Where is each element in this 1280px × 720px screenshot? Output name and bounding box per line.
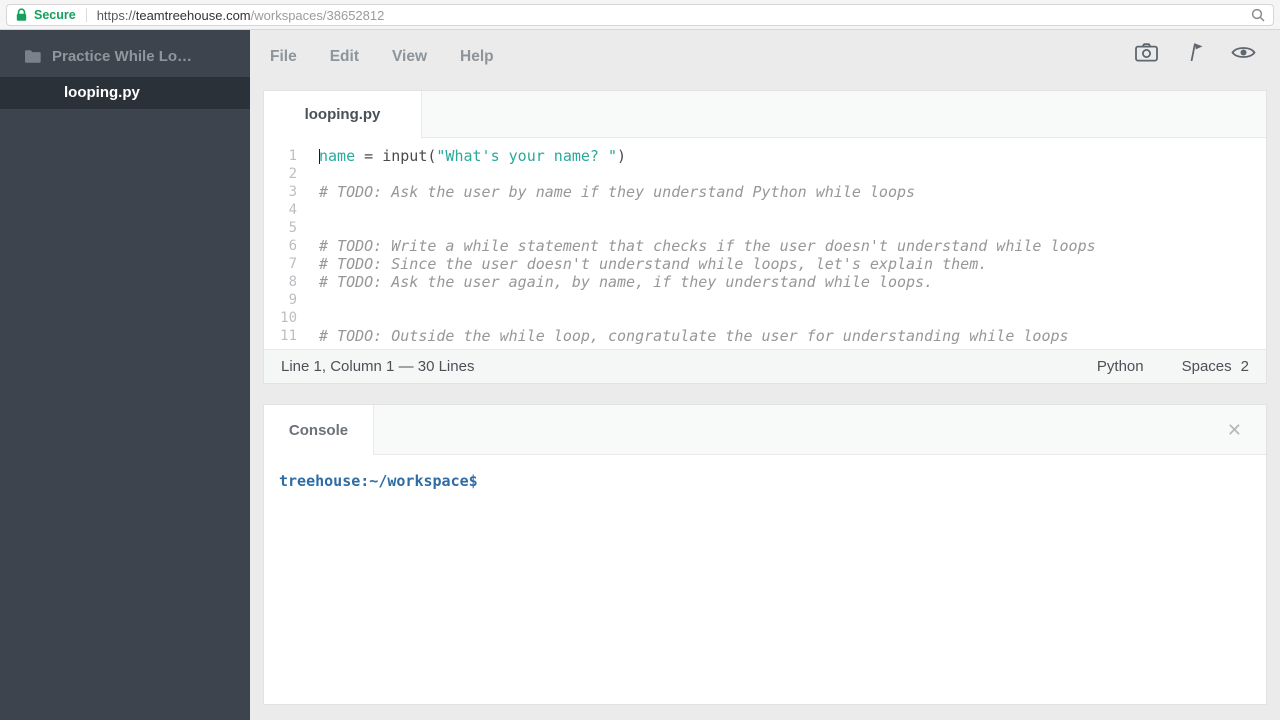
url-scheme: https:// [96, 7, 136, 23]
secure-label: Secure [34, 8, 76, 22]
terminal-prompt: treehouse:~/workspace$ [279, 472, 478, 490]
tab-looping-py[interactable]: looping.py [264, 91, 422, 138]
statusbar-right: Python Spaces 2 [1097, 358, 1249, 375]
toolbar-icons [1135, 42, 1256, 62]
menu-file[interactable]: File [270, 48, 297, 66]
console-panel: Console ✕ treehouse:~/workspace$ [263, 404, 1267, 705]
line-numbers: 1 2 3 4 5 6 7 8 9 10 11 [280, 148, 297, 344]
camera-icon[interactable] [1135, 42, 1158, 62]
url-separator [85, 8, 87, 22]
lock-icon [15, 8, 28, 22]
console-tabbar-filler: ✕ [374, 405, 1266, 455]
menu-view[interactable]: View [392, 48, 427, 66]
terminal[interactable]: treehouse:~/workspace$ [264, 455, 1266, 704]
close-icon[interactable]: ✕ [1227, 421, 1242, 439]
url-bar[interactable]: Secure https://teamtreehouse.com/workspa… [6, 4, 1274, 26]
eye-icon[interactable] [1231, 44, 1256, 61]
project-name: Practice While Lo… [52, 48, 193, 65]
zoom-icon[interactable] [1251, 8, 1265, 22]
folder-icon [24, 49, 42, 64]
sidebar-item-looping-py[interactable]: looping.py [0, 77, 250, 109]
file-name: looping.py [64, 84, 140, 101]
editor-tab-label: looping.py [304, 106, 381, 123]
url-path: /workspaces/38652812 [250, 7, 385, 23]
menu-bar: File Edit View Help [270, 40, 494, 74]
url-host: teamtreehouse.com [135, 7, 251, 23]
indent-label: Spaces [1181, 358, 1232, 375]
url-text: https://teamtreehouse.com/workspaces/386… [97, 8, 385, 23]
indent-value: 2 [1240, 358, 1249, 375]
cursor-position: Line 1, Column 1 — 30 Lines [281, 358, 475, 375]
workspace-main: File Edit View Help looping.py 1 2 3 4 5… [250, 30, 1280, 720]
menu-edit[interactable]: Edit [330, 48, 359, 66]
file-sidebar: Practice While Lo… looping.py [0, 30, 250, 720]
code-lines: name = input("What's your name? ") # TODO… [319, 147, 1096, 345]
editor-statusbar: Line 1, Column 1 — 30 Lines Python Space… [264, 349, 1266, 383]
code-editor[interactable]: 1 2 3 4 5 6 7 8 9 10 11 name = input("What's your … [264, 138, 1266, 349]
editor-panel: looping.py 1 2 3 4 5 6 7 8 9 10 11 name = input("W… [263, 90, 1267, 384]
browser-chrome: Secure https://teamtreehouse.com/workspa… [0, 0, 1280, 30]
editor-tabbar-filler [422, 91, 1266, 138]
indent-selector[interactable]: Spaces 2 [1182, 358, 1249, 375]
language-selector[interactable]: Python [1097, 358, 1144, 375]
menu-help[interactable]: Help [460, 48, 494, 66]
console-tabbar: Console ✕ [264, 405, 1266, 455]
flag-icon[interactable] [1185, 42, 1204, 62]
console-tab-label: Console [288, 421, 349, 439]
tab-console[interactable]: Console [264, 405, 374, 455]
editor-tabbar: looping.py [264, 91, 1266, 138]
sidebar-project[interactable]: Practice While Lo… [0, 30, 250, 77]
